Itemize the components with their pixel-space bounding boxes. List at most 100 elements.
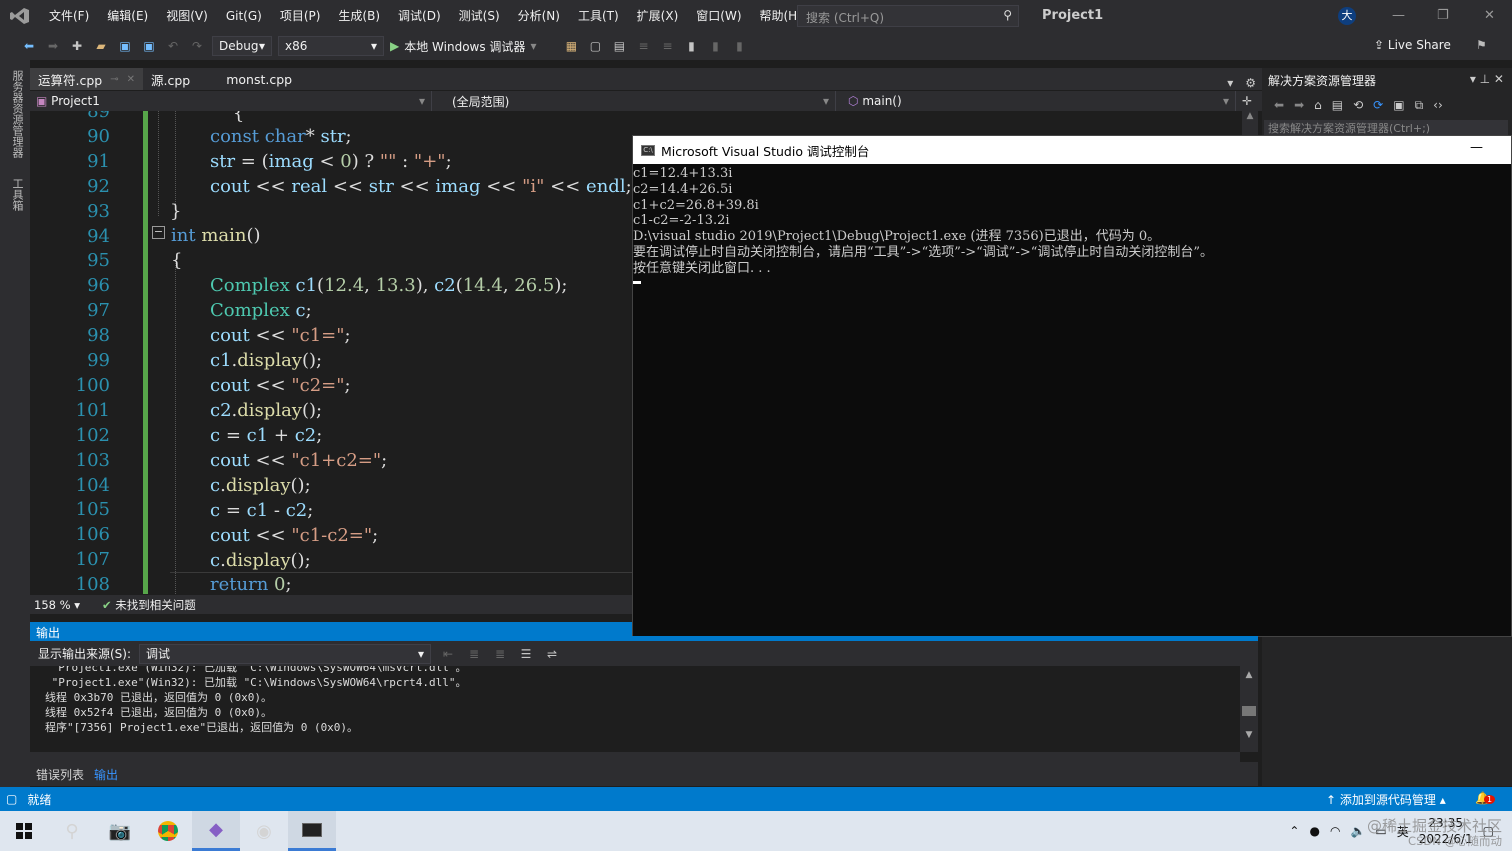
step-icon[interactable]: ▤ bbox=[610, 37, 628, 55]
menu-item[interactable]: 调试(D) bbox=[389, 0, 450, 32]
output-toolbar: 显示输出来源(S): 调试 ▾ ⇤ ≣ ≣ ☰ ⇌ bbox=[30, 641, 1258, 666]
pin-icon[interactable]: ⊸ bbox=[110, 74, 118, 85]
close-icon[interactable]: ✕ bbox=[1484, 8, 1495, 23]
panel-controls[interactable]: ▾ ⊥ ✕ bbox=[1470, 72, 1504, 86]
output-text[interactable]: "Project1.exe"(Win32): 已加载 "C:\Windows\S… bbox=[30, 666, 1240, 752]
server-explorer-tab[interactable]: 服务器资源管理器 bbox=[9, 70, 25, 158]
liveshare-button[interactable]: ⇪ Live Share bbox=[1374, 38, 1451, 52]
save-all-icon[interactable]: ▣ bbox=[140, 37, 158, 55]
undo-icon[interactable]: ↶ bbox=[164, 37, 182, 55]
volume-icon[interactable]: 🔈 bbox=[1350, 824, 1365, 838]
code-line: c = c1 + c2; bbox=[210, 425, 323, 446]
output-hscrollbar[interactable] bbox=[30, 752, 1240, 762]
code-line: cout << "c1="; bbox=[210, 325, 351, 346]
platform-dropdown[interactable]: x86 ▾ bbox=[278, 36, 384, 56]
redo-icon[interactable]: ↷ bbox=[188, 37, 206, 55]
home-icon[interactable]: ⌂ bbox=[1314, 98, 1322, 112]
history-icon[interactable]: ⟲ bbox=[1353, 98, 1363, 112]
project-dropdown[interactable]: ▣ Project1 ▾ bbox=[30, 91, 432, 111]
outdent-icon[interactable]: ≡ bbox=[658, 37, 676, 55]
game-app-icon[interactable]: ◉ bbox=[240, 811, 288, 851]
bookmark-icon[interactable]: ▮ bbox=[682, 37, 700, 55]
forward-icon[interactable]: ➡ bbox=[44, 37, 62, 55]
back-icon[interactable]: ⬅ bbox=[1274, 98, 1284, 112]
menu-item[interactable]: 视图(V) bbox=[157, 0, 217, 32]
notification-bell-icon[interactable]: 🔔1 bbox=[1475, 791, 1496, 805]
tab-monst-cpp[interactable]: monst.cpp bbox=[218, 68, 300, 90]
menu-item[interactable]: 工具(T) bbox=[569, 0, 628, 32]
maximize-icon[interactable]: ❐ bbox=[1437, 8, 1449, 23]
search-input[interactable]: 搜索 (Ctrl+Q) ⚲ bbox=[797, 5, 1019, 27]
chrome-icon[interactable] bbox=[144, 811, 192, 851]
clear-all-icon[interactable]: ☰ bbox=[517, 645, 535, 663]
switch-view-icon[interactable]: ▤ bbox=[1332, 98, 1343, 112]
collapse-icon[interactable]: − bbox=[152, 226, 165, 239]
console-task-icon[interactable] bbox=[288, 811, 336, 851]
solution-search-input[interactable]: 搜索解决方案资源管理器(Ctrl+;) bbox=[1264, 120, 1508, 136]
bookmark-prev-icon[interactable]: ▮ bbox=[706, 37, 724, 55]
menu-item[interactable]: 项目(P) bbox=[271, 0, 330, 32]
menu-item[interactable]: Git(G) bbox=[217, 0, 271, 32]
tab-source-cpp[interactable]: 源.cpp bbox=[143, 68, 198, 90]
sync-icon[interactable]: ⟳ bbox=[1373, 98, 1383, 112]
tab-list-dropdown-icon[interactable]: ▾ bbox=[1221, 76, 1239, 90]
forward-icon[interactable]: ➡ bbox=[1294, 98, 1304, 112]
tab-operator-cpp[interactable]: 运算符.cpp ⊸ ✕ bbox=[30, 68, 143, 90]
screenshot-icon[interactable]: ▢ bbox=[586, 37, 604, 55]
run-debugger-button[interactable]: ▶ 本地 Windows 调试器 ▾ bbox=[390, 38, 536, 55]
console-title-bar[interactable]: C:\ Microsoft Visual Studio 调试控制台 — bbox=[633, 136, 1511, 164]
search-icon[interactable]: ⚲ bbox=[48, 811, 96, 851]
output-source-dropdown[interactable]: 调试 ▾ bbox=[139, 643, 432, 664]
avatar[interactable]: 大 bbox=[1338, 7, 1356, 25]
issues-indicator[interactable]: ✔ 未找到相关问题 bbox=[102, 597, 196, 613]
code-view-icon[interactable]: ‹› bbox=[1433, 98, 1443, 112]
camera-icon[interactable]: 📷 bbox=[96, 811, 144, 851]
word-wrap-icon[interactable]: ⇌ bbox=[543, 645, 561, 663]
menu-item[interactable]: 生成(B) bbox=[329, 0, 389, 32]
menu-item[interactable]: 文件(F) bbox=[40, 0, 98, 32]
output-scrollbar[interactable]: ▲ ▼ bbox=[1240, 666, 1258, 752]
zoom-dropdown[interactable]: 158 % ▾ bbox=[34, 598, 80, 612]
new-item-icon[interactable]: ✚ bbox=[68, 37, 86, 55]
settings-gear-icon[interactable]: ⚙ bbox=[1239, 76, 1262, 90]
menu-item[interactable]: 编辑(E) bbox=[98, 0, 157, 32]
back-icon[interactable]: ⬅ bbox=[20, 37, 38, 55]
collapse-all-icon[interactable]: ▣ bbox=[1393, 98, 1404, 112]
prev-message-icon[interactable]: ≣ bbox=[465, 645, 483, 663]
menu-item[interactable]: 分析(N) bbox=[509, 0, 569, 32]
next-message-icon[interactable]: ≣ bbox=[491, 645, 509, 663]
save-icon[interactable]: ▣ bbox=[116, 37, 134, 55]
minimize-icon[interactable]: — bbox=[1470, 140, 1483, 155]
tab-output[interactable]: 输出 bbox=[94, 766, 118, 783]
app-tray-icon[interactable]: ● bbox=[1309, 824, 1319, 838]
config-dropdown[interactable]: Debug ▾ bbox=[212, 36, 272, 56]
line-number: 99 bbox=[87, 350, 110, 371]
member-dropdown[interactable]: ⬡ main() ▾ bbox=[836, 91, 1236, 111]
menu-item[interactable]: 扩展(X) bbox=[628, 0, 688, 32]
left-tool-strip: 服务器资源管理器 工具箱 bbox=[0, 60, 30, 787]
menu-item[interactable]: 测试(S) bbox=[450, 0, 509, 32]
indent-icon[interactable]: ≡ bbox=[634, 37, 652, 55]
minimize-icon[interactable]: — bbox=[1392, 8, 1405, 23]
feedback-icon[interactable]: ⚑ bbox=[1476, 38, 1487, 52]
debug-console-window[interactable]: C:\ Microsoft Visual Studio 调试控制台 — c1=1… bbox=[632, 135, 1512, 637]
split-editor-icon[interactable]: ✛ bbox=[1236, 94, 1252, 108]
console-line: c1-c2=-2-13.2i bbox=[633, 213, 730, 229]
vs-logo-icon[interactable] bbox=[0, 0, 40, 32]
close-icon[interactable]: ✕ bbox=[127, 74, 135, 85]
browse-icon[interactable]: ▦ bbox=[562, 37, 580, 55]
windows-start-icon[interactable] bbox=[0, 811, 48, 851]
tab-error-list[interactable]: 错误列表 bbox=[36, 766, 84, 783]
chevron-up-icon[interactable]: ⌃ bbox=[1289, 824, 1299, 838]
show-all-icon[interactable]: ⧉ bbox=[1415, 98, 1424, 113]
wifi-icon[interactable]: ◠ bbox=[1330, 824, 1340, 838]
find-message-icon[interactable]: ⇤ bbox=[439, 645, 457, 663]
scope-dropdown[interactable]: (全局范围) ▾ bbox=[432, 91, 836, 111]
toolbox-tab[interactable]: 工具箱 bbox=[9, 178, 25, 211]
status-icon: ▢ bbox=[6, 792, 18, 806]
open-folder-icon[interactable]: ▰ bbox=[92, 37, 110, 55]
bookmark-next-icon[interactable]: ▮ bbox=[730, 37, 748, 55]
menu-item[interactable]: 窗口(W) bbox=[687, 0, 750, 32]
visual-studio-icon[interactable]: ◆ bbox=[192, 811, 240, 851]
add-to-source-control-button[interactable]: ↑ 添加到源代码管理 ▴ bbox=[1326, 791, 1446, 808]
